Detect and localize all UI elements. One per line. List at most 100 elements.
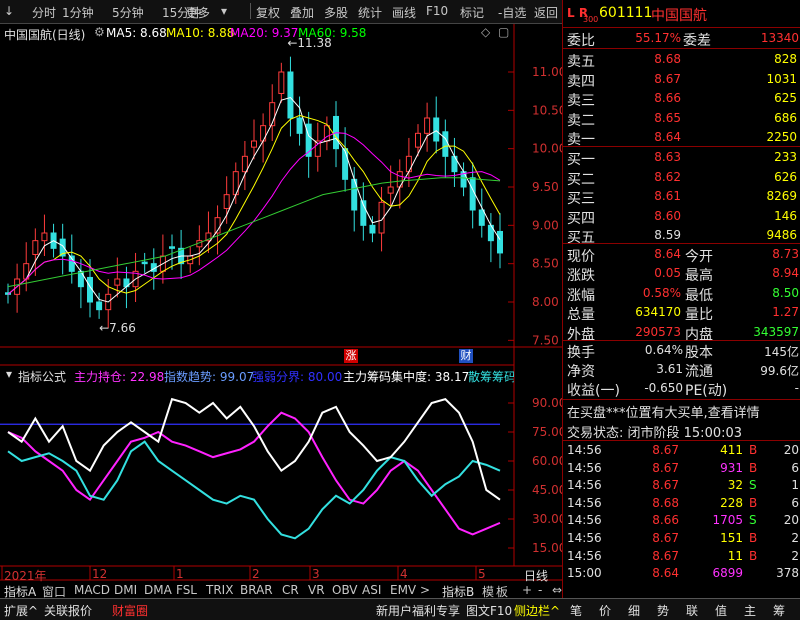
quote-l1-0: 现价 xyxy=(567,249,595,265)
candle-body xyxy=(141,261,148,265)
time-label-3: 2 xyxy=(252,567,260,581)
indicator-tab-18[interactable]: - xyxy=(538,583,542,597)
bottom-right-6[interactable]: 主 xyxy=(744,602,756,619)
bottom-mid-2[interactable]: 侧边栏^ xyxy=(514,602,560,619)
cai-badge[interactable]: 财 xyxy=(459,349,473,363)
toolbar-item-2[interactable]: 5分钟 xyxy=(112,4,144,21)
ask-label-1: 卖四 xyxy=(567,73,595,90)
ask-vol-3: 686 xyxy=(774,110,797,125)
trade-vol-3: 228 xyxy=(720,495,743,510)
indicator-tab-12[interactable]: EMV xyxy=(390,583,416,597)
price-tick-label: 7.50 xyxy=(532,333,559,347)
code-small: 300 xyxy=(583,15,599,24)
toolbar-item-1[interactable]: 1分钟 xyxy=(62,4,94,21)
toolbar-item-11[interactable]: 标记 xyxy=(460,4,484,21)
candle-body xyxy=(41,232,48,242)
toolbar-item-0[interactable]: 分时 xyxy=(32,4,56,21)
trade-side-6: B xyxy=(749,548,758,563)
indicator-tab-10[interactable]: OBV xyxy=(332,583,358,597)
ma-legend-3: MA60: 9.58 xyxy=(298,26,367,40)
quote-panel: L R 300 601111 中国国航 委比 55.17% 委差 13340 卖五 8.68 828… xyxy=(562,0,800,598)
trade-side-4: S xyxy=(749,513,757,528)
ind-tick-label: 75.00 xyxy=(532,425,562,439)
quote-l2-0: 今开 xyxy=(685,249,713,265)
bottom-right-2[interactable]: 细 xyxy=(628,602,640,619)
chart-svg: 11.0010.5010.009.509.008.508.007.50←11.3… xyxy=(0,24,566,598)
indicator-tab-13[interactable]: > xyxy=(420,583,430,597)
toolbar-item-9[interactable]: 画线 xyxy=(392,4,416,21)
fullscreen-icon[interactable]: ▢ xyxy=(498,25,509,39)
bottom-right-1[interactable]: 价 xyxy=(599,602,611,619)
bottom-left-1[interactable]: 关联报价 xyxy=(44,602,92,619)
ind-tick-label: 90.00 xyxy=(532,396,562,410)
toolbar-item-10[interactable]: F10 xyxy=(426,4,448,18)
indicator-dropdown-icon[interactable]: ▾ xyxy=(6,367,12,381)
bottom-right-5[interactable]: 值 xyxy=(715,602,727,619)
ind-tick-label: 15.00 xyxy=(532,541,562,555)
kline-chart-area[interactable]: 11.0010.5010.009.509.008.508.007.50←11.3… xyxy=(0,0,566,599)
candle-body xyxy=(260,125,267,142)
more-chevron-icon[interactable]: ▾ xyxy=(221,4,227,18)
bottom-right-3[interactable]: 势 xyxy=(657,602,669,619)
indicator-tab-17[interactable]: + xyxy=(522,583,532,597)
indicator-tab-7[interactable]: BRAR xyxy=(240,583,273,597)
toolbar-expand-icon[interactable]: ↓ xyxy=(4,4,14,18)
settings-gear-icon[interactable]: ⚙ xyxy=(94,25,105,39)
bottom-left-2[interactable]: 财富圈 xyxy=(112,602,148,619)
candle-body xyxy=(405,155,412,173)
stat-l1-0: 换手 xyxy=(567,345,595,361)
indicator-tab-3[interactable]: DMI xyxy=(114,583,137,597)
ind-legend-scatter: 散筹筹码 xyxy=(468,370,514,384)
trade-price-2: 8.67 xyxy=(652,478,679,493)
candle-body xyxy=(433,117,440,142)
indicator-tab-11[interactable]: ASI xyxy=(362,583,381,597)
indicator-tab-19[interactable]: ⇔ xyxy=(552,583,562,597)
indicator-tab-9[interactable]: VR xyxy=(308,583,325,597)
trade-vol-5: 151 xyxy=(720,531,743,545)
diamond-icon[interactable]: ◇ xyxy=(481,25,490,39)
toolbar-item-8[interactable]: 统计 xyxy=(358,4,382,21)
toolbar-item-7[interactable]: 多股 xyxy=(324,4,348,21)
indicator-tab-2[interactable]: MACD xyxy=(74,583,110,597)
ask-vol-1: 1031 xyxy=(766,71,797,86)
indicator-label[interactable]: 指标公式 xyxy=(18,368,66,385)
quote-l1-2: 涨幅 xyxy=(567,287,595,304)
toolbar-item-6[interactable]: 叠加 xyxy=(290,4,314,21)
bottom-right-4[interactable]: 联 xyxy=(686,602,698,619)
toolbar-item-5[interactable]: 复权 xyxy=(256,4,280,21)
notice-link[interactable]: 在买盘***位置有大买单,查看详情 xyxy=(567,402,760,421)
toolbar-item-4[interactable]: 更多 xyxy=(186,4,210,21)
stat-l2-0: 股本 xyxy=(685,345,713,361)
bottom-right-7[interactable]: 筹 xyxy=(773,602,785,619)
indicator-tab-6[interactable]: TRIX xyxy=(206,583,233,597)
indicator-tab-8[interactable]: CR xyxy=(282,583,299,597)
trade-status: 交易状态: 闭市阶段 15:00:03 xyxy=(567,426,743,441)
bid-price-1: 8.62 xyxy=(654,169,681,184)
bottom-mid-0[interactable]: 新用户福利专享 xyxy=(376,602,460,619)
stat-l2-2: PE(动) xyxy=(685,383,728,399)
ask-label-2: 卖三 xyxy=(567,93,595,109)
bottom-left-0[interactable]: 扩展^ xyxy=(4,602,38,619)
toolbar-divider xyxy=(250,3,251,19)
trade-side-5: B xyxy=(749,531,758,545)
chart-bg xyxy=(0,24,514,598)
bid-price-4: 8.59 xyxy=(654,228,681,242)
bid-vol-3: 146 xyxy=(774,208,797,223)
ask-price-4: 8.64 xyxy=(654,130,681,144)
trade-time-6: 14:56 xyxy=(567,548,602,563)
chart-title: 中国国航(日线) xyxy=(4,28,86,42)
indicator-tab-5[interactable]: FSL xyxy=(176,583,197,597)
zhang-badge[interactable]: 涨 xyxy=(344,349,358,363)
bottom-mid-1[interactable]: 图文F10 xyxy=(466,602,512,619)
toolbar-item-13[interactable]: 返回 xyxy=(534,4,558,21)
ask-vol-2: 625 xyxy=(774,91,797,105)
indicator-tab-4[interactable]: DMA xyxy=(144,583,172,597)
quote-v2-2: 8.50 xyxy=(772,285,799,300)
quote-v1-4: 290573 xyxy=(635,324,681,339)
trade-count-6: 2 xyxy=(791,548,799,563)
candle-body xyxy=(169,246,175,249)
toolbar-item-12[interactable]: -自选 xyxy=(498,4,526,21)
price-tick-label: 9.50 xyxy=(532,180,559,194)
period-label[interactable]: 日线 xyxy=(524,567,548,584)
bottom-right-0[interactable]: 笔 xyxy=(570,602,582,619)
